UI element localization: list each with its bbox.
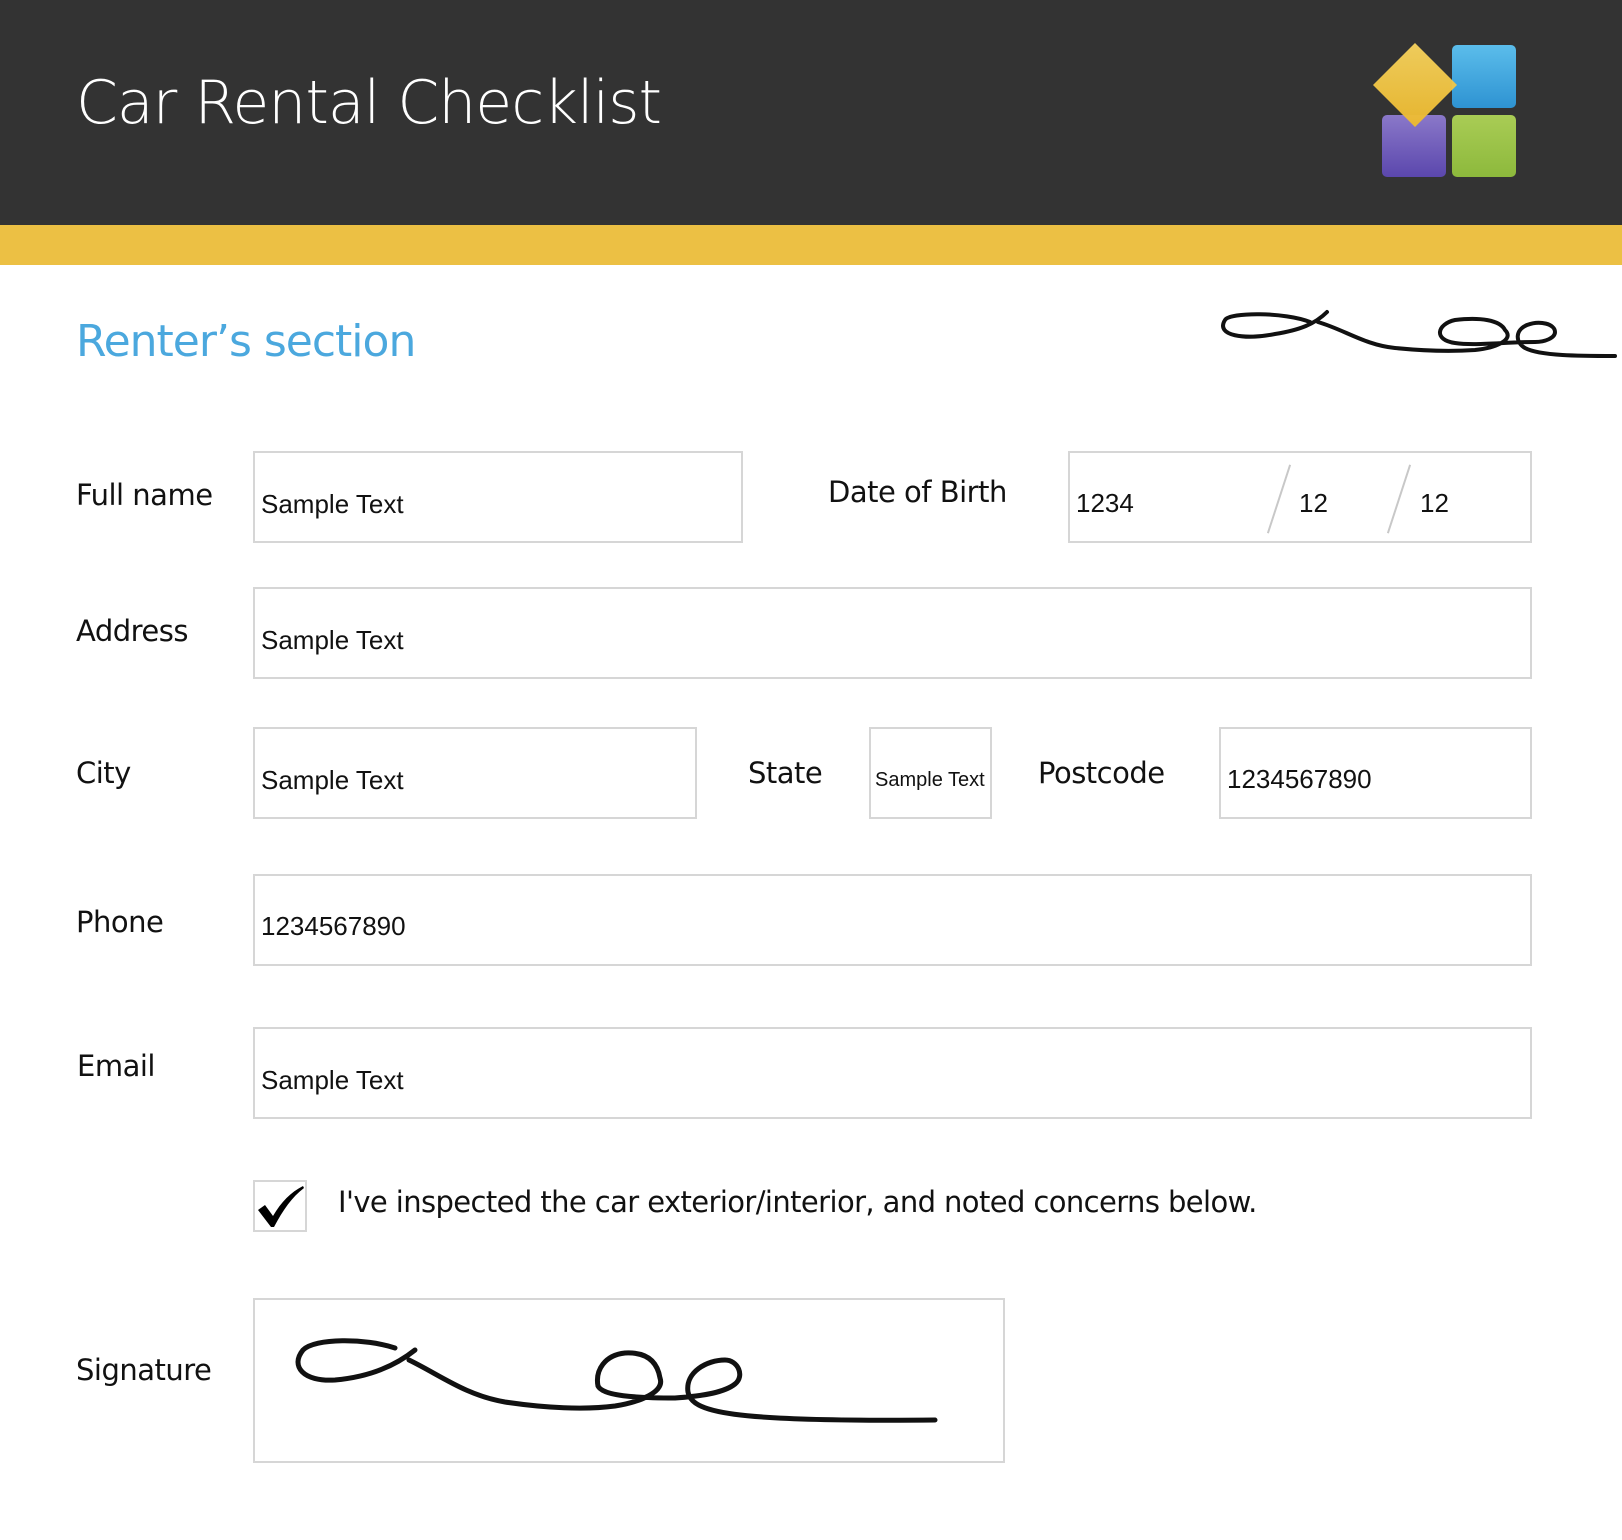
city-label: City <box>76 756 131 790</box>
signature-label: Signature <box>76 1353 212 1387</box>
address-value: Sample Text <box>261 625 404 655</box>
full-name-value: Sample Text <box>261 489 404 519</box>
phone-field[interactable]: 1234567890 <box>253 874 1532 966</box>
inspection-label: I've inspected the car exterior/interior… <box>338 1185 1257 1219</box>
city-field[interactable]: Sample Text <box>253 727 697 819</box>
postcode-value: 1234567890 <box>1227 764 1372 794</box>
postcode-label: Postcode <box>1038 756 1165 790</box>
phone-value: 1234567890 <box>261 911 406 941</box>
full-name-field[interactable]: Sample Text <box>253 451 743 543</box>
date-of-birth-field[interactable]: 1234 12 12 <box>1068 451 1532 543</box>
inspection-checkbox[interactable] <box>253 1180 307 1232</box>
email-label: Email <box>77 1049 155 1083</box>
address-label: Address <box>76 614 189 648</box>
accent-bar <box>0 225 1622 265</box>
checkmark-icon <box>258 1186 304 1227</box>
dob-month-value: 12 <box>1299 488 1328 518</box>
city-value: Sample Text <box>261 765 404 795</box>
email-field[interactable]: Sample Text <box>253 1027 1532 1119</box>
date-separator <box>1386 464 1412 534</box>
state-field[interactable]: Sample Text <box>869 727 992 819</box>
page-title: Car Rental Checklist <box>76 68 662 138</box>
full-name-label: Full name <box>76 478 213 512</box>
dob-year-value: 1234 <box>1076 488 1134 518</box>
section-title: Renter’s section <box>76 316 416 367</box>
date-of-birth-label: Date of Birth <box>828 475 1007 509</box>
state-value: Sample Text <box>875 769 985 791</box>
signature-field[interactable] <box>253 1298 1005 1463</box>
handwritten-signature-icon <box>295 1338 938 1423</box>
address-field[interactable]: Sample Text <box>253 587 1532 679</box>
phone-label: Phone <box>76 905 164 939</box>
state-label: State <box>748 756 823 790</box>
tiles-logo-icon <box>1373 43 1516 177</box>
date-separator <box>1266 464 1292 534</box>
email-value: Sample Text <box>261 1065 404 1095</box>
handwritten-signature-icon <box>1221 310 1617 358</box>
postcode-field[interactable]: 1234567890 <box>1219 727 1532 819</box>
dob-day-value: 12 <box>1420 488 1449 518</box>
header-bar: Car Rental Checklist <box>0 0 1622 225</box>
